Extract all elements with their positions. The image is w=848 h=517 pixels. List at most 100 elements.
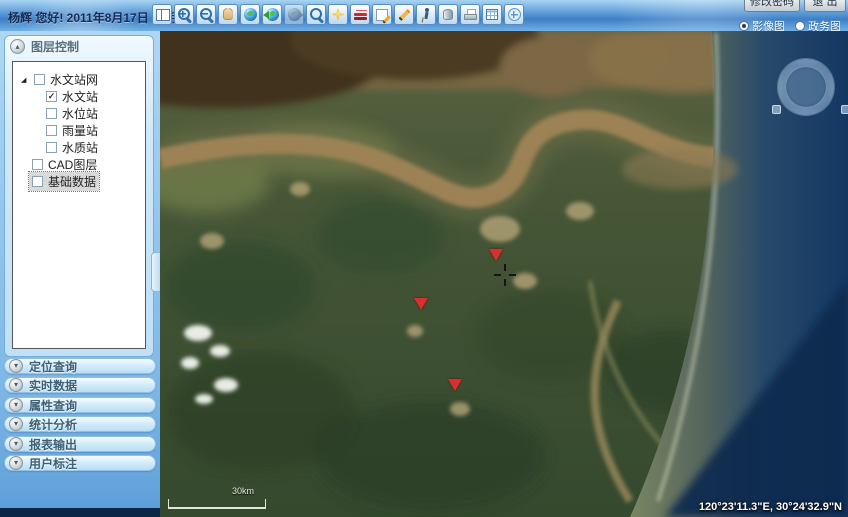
zoom-in-button[interactable] xyxy=(174,4,194,25)
layer-base-data[interactable]: 基础数据 xyxy=(29,172,99,191)
checkbox[interactable] xyxy=(32,176,43,187)
measure-button[interactable] xyxy=(416,4,436,25)
printer-icon xyxy=(463,7,478,22)
panel-label: 定位查询 xyxy=(29,358,77,375)
expand-panel-button[interactable] xyxy=(9,456,23,470)
split-panel-icon xyxy=(155,7,170,22)
locate-button[interactable] xyxy=(328,4,348,25)
checkbox[interactable]: ✓ xyxy=(46,91,57,102)
logout-button[interactable]: 退 出 xyxy=(804,0,846,12)
globe-back-icon xyxy=(265,7,280,22)
tree-row-base-data: 基础数据 xyxy=(13,173,145,190)
layer-label: 基础数据 xyxy=(48,173,96,190)
sidebar-panel-statistics[interactable]: 统计分析 xyxy=(4,416,156,432)
navigate-button[interactable] xyxy=(504,4,524,25)
checkbox[interactable] xyxy=(46,108,57,119)
layer-label: 水质站 xyxy=(62,139,98,156)
map-tool-strip xyxy=(152,4,524,25)
layer-label: 水文站网 xyxy=(50,71,98,88)
radio-icon xyxy=(795,21,805,31)
checkbox[interactable] xyxy=(34,74,45,85)
hand-icon xyxy=(221,7,236,22)
panel-label: 属性查询 xyxy=(29,397,77,414)
layer-label: 雨量站 xyxy=(62,122,98,139)
tree-expander-icon[interactable]: ◢ xyxy=(21,76,31,84)
checkbox[interactable] xyxy=(46,142,57,153)
print-button[interactable] xyxy=(460,4,480,25)
collapse-panel-button[interactable] xyxy=(10,39,25,54)
expand-panel-button[interactable] xyxy=(9,417,23,431)
toggle-sidebar-button[interactable] xyxy=(152,4,172,25)
expand-panel-button[interactable] xyxy=(9,437,23,451)
database-icon xyxy=(441,7,456,22)
tree-row-rain-station: 雨量站 xyxy=(13,122,145,139)
station-marker[interactable] xyxy=(414,298,428,310)
panel-label: 报表输出 xyxy=(29,436,77,453)
top-toolbar: 杨辉 您好! 2011年8月17日 星期三 修改密码 退 出 xyxy=(0,0,848,32)
full-extent-button[interactable] xyxy=(240,4,260,25)
layer-tree: ◢ 水文站网 ✓ 水文站 水位站 xyxy=(12,61,146,349)
zoom-in-icon xyxy=(177,7,192,22)
sidebar-panel-realtime-data[interactable]: 实时数据 xyxy=(4,377,156,393)
note-pencil-icon xyxy=(375,7,390,22)
expand-panel-button[interactable] xyxy=(9,378,23,392)
coordinate-readout: 120°23'11.3"E, 30°24'32.9"N xyxy=(699,501,842,513)
checkbox[interactable] xyxy=(32,159,43,170)
sidebar-panel-user-annotation[interactable]: 用户标注 xyxy=(4,455,156,471)
scale-bar xyxy=(168,499,266,509)
crosshair-cursor xyxy=(494,264,516,286)
layer-panel-title: 图层控制 xyxy=(31,38,79,55)
next-extent-button[interactable] xyxy=(284,4,304,25)
previous-extent-button[interactable] xyxy=(262,4,282,25)
tree-row-hydrology-station: ✓ 水文站 xyxy=(13,88,145,105)
sidebar-bottom-strip xyxy=(0,508,160,517)
tree-row-water-level-station: 水位站 xyxy=(13,105,145,122)
annotate-button[interactable] xyxy=(372,4,392,25)
layer-control-panel: 图层控制 ◢ 水文站网 ✓ 水文站 xyxy=(4,35,154,357)
map-viewport[interactable]: 30km 120°23'11.3"E, 30°24'32.9"N xyxy=(160,31,848,517)
scale-label: 30km xyxy=(232,486,254,496)
table-icon xyxy=(485,7,500,22)
map-navigation-compass[interactable] xyxy=(778,59,834,115)
change-password-button[interactable]: 修改密码 xyxy=(744,0,800,12)
panel-label: 用户标注 xyxy=(29,455,77,472)
compass-left-button[interactable] xyxy=(772,105,781,114)
layer-label: CAD图层 xyxy=(48,156,97,173)
zoom-out-button[interactable] xyxy=(196,4,216,25)
expand-panel-button[interactable] xyxy=(9,398,23,412)
pan-button[interactable] xyxy=(218,4,238,25)
sidebar-panel-report-output[interactable]: 报表输出 xyxy=(4,436,156,452)
globe-forward-icon xyxy=(287,7,302,22)
layer-label: 水位站 xyxy=(62,105,98,122)
station-marker[interactable] xyxy=(448,379,462,391)
checkbox[interactable] xyxy=(46,125,57,136)
layer-panel-header: 图层控制 xyxy=(5,36,153,57)
pencil-icon xyxy=(397,7,412,22)
globe-icon xyxy=(243,7,258,22)
compass-right-button[interactable] xyxy=(841,105,848,114)
red-stack-icon xyxy=(353,7,368,22)
clear-button[interactable] xyxy=(350,4,370,25)
surveyor-icon xyxy=(419,7,434,22)
radio-icon xyxy=(739,21,749,31)
station-marker[interactable] xyxy=(489,249,503,261)
magnifier-icon xyxy=(309,7,324,22)
zoom-out-icon xyxy=(199,7,214,22)
star-icon xyxy=(331,7,346,22)
app-window: 杨辉 您好! 2011年8月17日 星期三 修改密码 退 出 xyxy=(0,0,848,517)
compass-move-icon xyxy=(507,7,522,22)
sidebar-panel-locate-query[interactable]: 定位查询 xyxy=(4,358,156,374)
table-button[interactable] xyxy=(482,4,502,25)
sidebar-collapse-handle[interactable] xyxy=(151,252,160,292)
tree-row-cad-layer: CAD图层 xyxy=(13,156,145,173)
panel-label: 统计分析 xyxy=(29,416,77,433)
panel-label: 实时数据 xyxy=(29,377,77,394)
identify-button[interactable] xyxy=(306,4,326,25)
expand-panel-button[interactable] xyxy=(9,359,23,373)
tree-row-water-quality-station: 水质站 xyxy=(13,139,145,156)
tree-row-hydro-network: ◢ 水文站网 xyxy=(13,71,145,88)
sidebar-panel-attribute-query[interactable]: 属性查询 xyxy=(4,397,156,413)
database-button[interactable] xyxy=(438,4,458,25)
layer-label: 水文站 xyxy=(62,88,98,105)
draw-button[interactable] xyxy=(394,4,414,25)
